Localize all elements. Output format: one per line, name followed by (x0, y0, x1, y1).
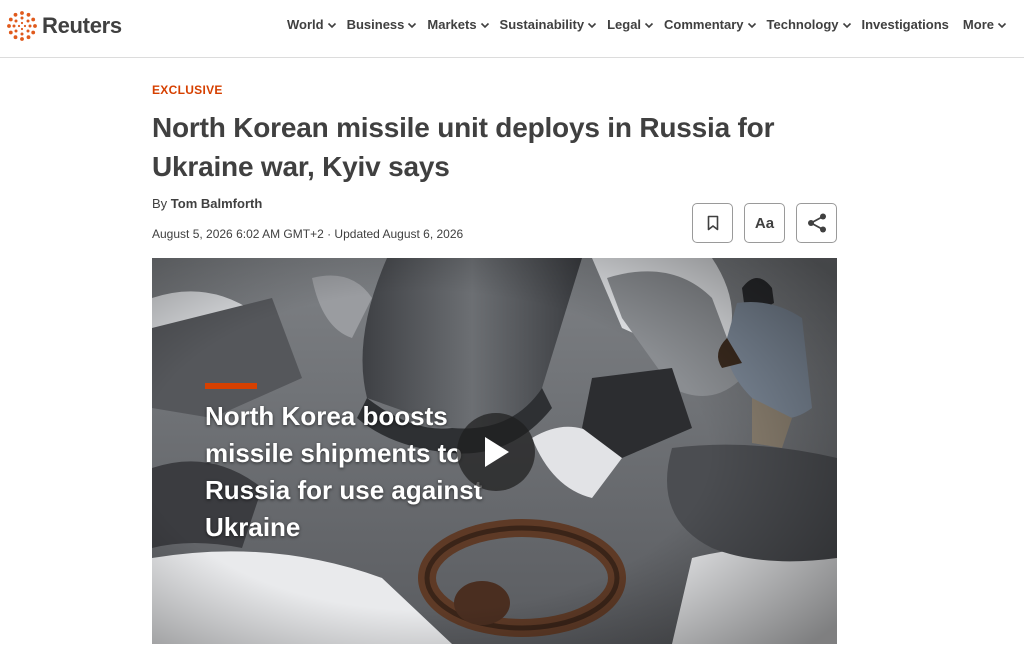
nav-item-investigations[interactable]: Investigations (862, 17, 949, 32)
share-icon (807, 213, 826, 233)
reuters-logo[interactable]: Reuters (6, 10, 122, 42)
text-size-button[interactable]: Aa (744, 203, 785, 243)
nav-item-label: Technology (766, 17, 839, 32)
nav-item-sustainability[interactable]: Sustainability (500, 17, 598, 32)
byline: By Tom Balmforth (152, 196, 262, 211)
nav-item-label: Business (346, 17, 405, 32)
article-tools: Aa (692, 203, 837, 243)
chevron-down-icon (644, 22, 654, 28)
nav-item-more[interactable]: More (963, 17, 1007, 32)
nav-item-world[interactable]: World (287, 17, 337, 32)
nav-item-label: World (287, 17, 324, 32)
nav-item-technology[interactable]: Technology (767, 17, 852, 32)
bookmark-icon (707, 215, 718, 231)
overlay-accent-bar (205, 383, 257, 389)
nav-item-markets[interactable]: Markets (427, 17, 489, 32)
nav-item-legal[interactable]: Legal (607, 17, 654, 32)
nav-item-label: More (962, 17, 994, 32)
main-nav: World Business Markets Sustainability Le… (287, 17, 1017, 32)
play-button[interactable] (457, 413, 535, 491)
nav-item-commentary[interactable]: Commentary (664, 17, 756, 32)
text-size-label: Aa (754, 214, 775, 232)
dateline: August 5, 2026 6:02 AM GMT+2 · Updated A… (152, 227, 464, 241)
chevron-down-icon (327, 22, 336, 28)
chevron-down-icon (842, 22, 851, 28)
site-header: Reuters World Business Markets Sustainab… (0, 0, 1024, 58)
nav-item-label: Investigations (861, 17, 949, 32)
bookmark-button[interactable] (692, 203, 733, 243)
nav-item-label: Markets (427, 17, 477, 32)
chevron-down-icon (747, 22, 756, 28)
nav-item-business[interactable]: Business (347, 17, 418, 32)
article-headline: North Korean missile unit deploys in Rus… (152, 112, 775, 182)
byline-prefix: By (152, 196, 168, 211)
share-button[interactable] (796, 203, 837, 243)
nav-item-label: Legal (607, 17, 642, 32)
nav-item-label: Sustainability (499, 17, 585, 32)
video-player[interactable]: North Korea boosts missile shipments to … (152, 258, 837, 644)
author-link[interactable]: Tom Balmforth (171, 196, 262, 211)
chevron-down-icon (480, 22, 489, 28)
chevron-down-icon (997, 22, 1007, 28)
nav-item-label: Commentary (664, 17, 744, 32)
play-icon (485, 437, 509, 467)
brand-name: Reuters (42, 13, 122, 38)
chevron-down-icon (588, 22, 597, 28)
exclusive-label: EXCLUSIVE (152, 83, 223, 97)
chevron-down-icon (408, 22, 417, 28)
reuters-logo-icon (7, 11, 37, 41)
